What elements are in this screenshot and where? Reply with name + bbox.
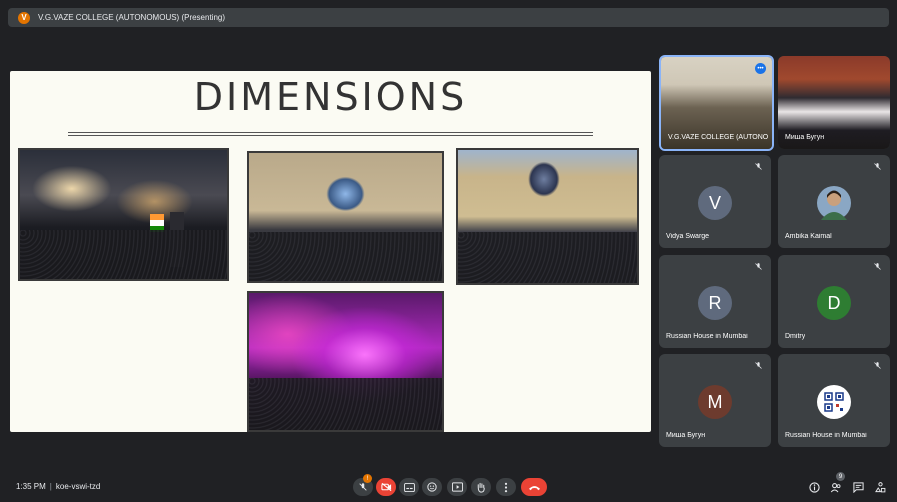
participant-tile-vgvaze[interactable]: ••• V.G.VAZE COLLEGE (AUTONO...: [659, 55, 774, 151]
mic-off-icon: [755, 263, 762, 270]
mic-off-icon: [755, 163, 762, 170]
people-icon: [830, 482, 841, 492]
slide-photo-pink-concert: [247, 291, 444, 432]
crowd-texture: [249, 377, 442, 430]
participant-name: Ambika Kaimal: [785, 233, 832, 240]
chat-icon: [852, 481, 864, 493]
presenter-avatar: V: [18, 11, 30, 24]
shared-screen: DIMENSIONS: [10, 71, 651, 432]
hang-up-icon: [528, 485, 540, 490]
mic-off-icon: [874, 263, 881, 270]
leave-call-button[interactable]: [521, 478, 547, 496]
meeting-code: koe-vswi-tzd: [55, 482, 101, 491]
captions-button[interactable]: [399, 478, 419, 496]
mic-off-icon: [359, 483, 367, 491]
camera-button[interactable]: [376, 478, 396, 496]
participant-tile-ambika[interactable]: Ambika Kaimal: [778, 155, 890, 248]
qr-logo-icon: [817, 385, 851, 419]
activities-button[interactable]: [873, 480, 887, 494]
clock-time: 1:35 PM: [16, 482, 46, 491]
participant-tile-russian-house[interactable]: R Russian House in Mumbai: [659, 255, 771, 348]
avatar: V: [698, 186, 732, 220]
mic-off-icon: [755, 362, 762, 369]
activities-icon: [874, 481, 885, 492]
mic-warning-badge: !: [363, 474, 372, 483]
presentation-title: V.G.VAZE COLLEGE (AUTONOMOUS) (Presentin…: [38, 13, 226, 22]
slide-photo-concert-flag: [18, 148, 229, 281]
presentation-banner: V V.G.VAZE COLLEGE (AUTONOMOUS) (Present…: [8, 8, 889, 27]
avatar-photo: [817, 186, 851, 220]
mic-off-icon: [874, 362, 881, 369]
participant-name: Russian House in Mumbai: [785, 432, 867, 439]
participant-name: V.G.VAZE COLLEGE (AUTONO...: [668, 134, 768, 141]
separator: |: [49, 482, 52, 491]
slide-divider: [68, 132, 593, 133]
participant-name: Russian House in Mumbai: [666, 333, 748, 340]
control-bar: 1:35 PM | koe-vswi-tzd ! 9: [0, 472, 897, 502]
emoji-icon: [427, 482, 437, 492]
chat-button[interactable]: [851, 480, 865, 494]
crowd-texture: [458, 232, 637, 283]
avatar: D: [817, 286, 851, 320]
participant-tile-dmitry[interactable]: D Dmitry: [778, 255, 890, 348]
participant-tile-vidya[interactable]: V Vidya Swarge: [659, 155, 771, 248]
participant-name: Vidya Swarge: [666, 233, 710, 240]
camera-off-icon: [380, 482, 391, 492]
crowd-texture: [249, 232, 442, 281]
participant-tile-russian-house-2[interactable]: Russian House in Mumbai: [778, 354, 890, 447]
captions-icon: [403, 482, 415, 492]
present-screen-icon: [451, 482, 463, 492]
crowd-texture: [20, 229, 227, 279]
info-icon: [808, 481, 820, 493]
meeting-details-button[interactable]: [807, 480, 821, 494]
raise-hand-button[interactable]: [471, 478, 491, 496]
more-options-button[interactable]: [496, 478, 516, 496]
participant-tile-misha[interactable]: M Миша Бугун: [659, 354, 771, 447]
slide-title: DIMENSIONS: [193, 75, 468, 119]
present-button[interactable]: [447, 478, 467, 496]
more-options-icon[interactable]: •••: [755, 63, 766, 74]
participant-name: Миша Бугун: [785, 134, 825, 141]
mic-off-icon: [874, 163, 881, 170]
meeting-info: 1:35 PM | koe-vswi-tzd: [16, 482, 100, 491]
slide-photo-campus-crowd: [247, 151, 444, 283]
participant-name: Dmitry: [785, 333, 806, 340]
avatar: R: [698, 286, 732, 320]
slide-photo-campus-stage: [456, 148, 639, 285]
participant-tile-misha-video[interactable]: Миша Бугун: [778, 56, 890, 149]
avatar: M: [698, 385, 732, 419]
reactions-button[interactable]: [422, 478, 442, 496]
people-button[interactable]: [829, 480, 843, 494]
more-vert-icon: [504, 482, 508, 492]
participant-name: Миша Бугун: [666, 432, 706, 439]
slide-divider: [68, 135, 593, 136]
hand-icon: [477, 482, 485, 493]
